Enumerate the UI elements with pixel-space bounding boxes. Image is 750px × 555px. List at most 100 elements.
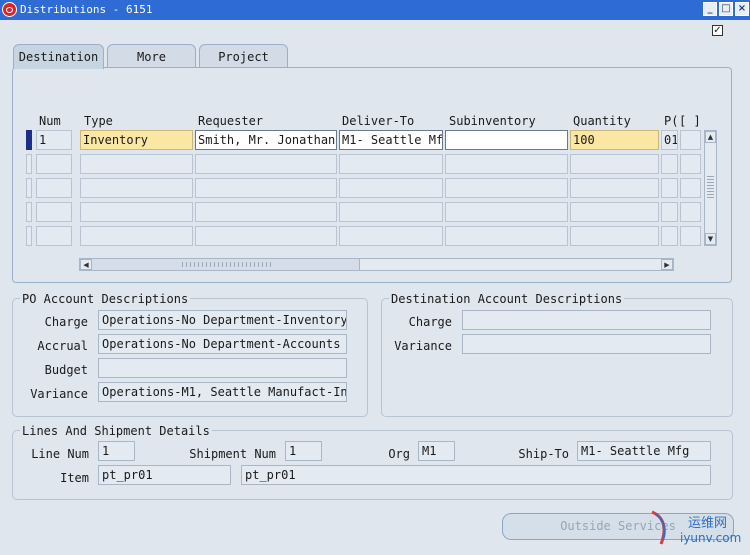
minimize-button[interactable]: _ — [703, 2, 717, 16]
row-indicator[interactable] — [26, 202, 32, 222]
subinventory-cell[interactable] — [445, 226, 568, 246]
lines-shipment-title: Lines And Shipment Details — [20, 424, 212, 438]
subinventory-cell[interactable] — [445, 130, 568, 150]
oracle-app-icon — [2, 2, 17, 17]
destination-account-title: Destination Account Descriptions — [389, 292, 625, 306]
requester-cell[interactable]: Smith, Mr. Jonathan — [195, 130, 337, 150]
deliver-to-cell[interactable] — [339, 154, 443, 174]
shipment-num-label: Shipment Num — [189, 447, 276, 461]
col-header-extra: [ ] — [679, 114, 701, 128]
dest-variance-field[interactable] — [462, 334, 711, 354]
dest-charge-label: Charge — [408, 315, 452, 329]
scroll-thumb[interactable] — [92, 259, 360, 270]
ship-to-field[interactable]: M1- Seattle Mfg — [577, 441, 711, 461]
po-variance-field[interactable]: Operations-M1, Seattle Manufact-Inv — [98, 382, 347, 402]
maximize-button[interactable]: □ — [719, 2, 733, 16]
form-checkbox[interactable]: ✓ — [712, 25, 723, 36]
vertical-scrollbar[interactable]: ▲ ▼ — [704, 130, 717, 246]
extra-cell[interactable] — [680, 226, 701, 246]
item-label: Item — [60, 471, 89, 485]
deliver-to-cell[interactable] — [339, 178, 443, 198]
row-indicator[interactable] — [26, 154, 32, 174]
type-cell[interactable] — [80, 154, 193, 174]
subinventory-cell[interactable] — [445, 154, 568, 174]
shipment-num-field[interactable]: 1 — [285, 441, 322, 461]
extra-cell[interactable] — [680, 130, 701, 150]
subinventory-cell[interactable] — [445, 178, 568, 198]
quantity-cell[interactable]: 100 — [570, 130, 659, 150]
horizontal-scrollbar[interactable]: ◀ ▶ — [79, 258, 674, 271]
requester-cell[interactable] — [195, 154, 337, 174]
col-header-subinventory: Subinventory — [449, 114, 536, 128]
watermark-url: iyunv.com — [680, 531, 742, 545]
col-header-quantity: Quantity — [573, 114, 631, 128]
num-cell[interactable] — [36, 202, 72, 222]
window-title: Distributions - 6151 — [20, 3, 153, 16]
po-account-title: PO Account Descriptions — [20, 292, 191, 306]
scroll-thumb-grip-icon[interactable] — [707, 176, 714, 198]
num-cell[interactable] — [36, 226, 72, 246]
tab-panel — [12, 67, 732, 283]
requester-cell[interactable] — [195, 178, 337, 198]
scroll-thumb-grip-icon[interactable] — [182, 262, 272, 267]
col-header-num: Num — [39, 114, 61, 128]
tab-destination[interactable]: Destination — [13, 44, 104, 69]
org-label: Org — [388, 447, 410, 461]
po-cell[interactable] — [661, 226, 678, 246]
scroll-down-icon[interactable]: ▼ — [705, 233, 716, 245]
tab-more[interactable]: More — [107, 44, 196, 68]
close-button[interactable]: × — [735, 2, 749, 16]
po-cell[interactable]: 01 — [661, 130, 678, 150]
extra-cell[interactable] — [680, 178, 701, 198]
deliver-to-cell[interactable]: M1- Seattle Mfg — [339, 130, 443, 150]
scroll-right-icon[interactable]: ▶ — [661, 259, 673, 270]
po-cell[interactable] — [661, 178, 678, 198]
type-cell[interactable] — [80, 178, 193, 198]
po-charge-field[interactable]: Operations-No Department-Inventory — [98, 310, 347, 330]
extra-cell[interactable] — [680, 202, 701, 222]
row-indicator[interactable] — [26, 226, 32, 246]
accrual-label: Accrual — [37, 339, 88, 353]
po-accrual-field[interactable]: Operations-No Department-Accounts P — [98, 334, 347, 354]
num-cell[interactable]: 1 — [36, 130, 72, 150]
quantity-cell[interactable] — [570, 154, 659, 174]
scroll-up-icon[interactable]: ▲ — [705, 131, 716, 143]
type-cell[interactable]: Inventory — [80, 130, 193, 150]
item-description-field[interactable]: pt_pr01 — [241, 465, 711, 485]
po-cell[interactable] — [661, 154, 678, 174]
quantity-cell[interactable] — [570, 202, 659, 222]
type-cell[interactable] — [80, 202, 193, 222]
col-header-type: Type — [84, 114, 113, 128]
window-titlebar: Distributions - 6151 _ □ × — [0, 0, 750, 20]
deliver-to-cell[interactable] — [339, 202, 443, 222]
num-cell[interactable] — [36, 178, 72, 198]
row-indicator[interactable] — [26, 178, 32, 198]
extra-cell[interactable] — [680, 154, 701, 174]
type-cell[interactable] — [80, 226, 193, 246]
subinventory-cell[interactable] — [445, 202, 568, 222]
scroll-left-icon[interactable]: ◀ — [80, 259, 92, 270]
deliver-to-cell[interactable] — [339, 226, 443, 246]
po-budget-field[interactable] — [98, 358, 347, 378]
watermark-text: 运维网 — [688, 516, 728, 531]
col-header-po: P( — [664, 114, 679, 128]
line-num-field[interactable]: 1 — [98, 441, 135, 461]
po-cell[interactable] — [661, 202, 678, 222]
dest-variance-label: Variance — [394, 339, 452, 353]
requester-cell[interactable] — [195, 202, 337, 222]
budget-label: Budget — [44, 363, 88, 377]
dest-charge-field[interactable] — [462, 310, 711, 330]
quantity-cell[interactable] — [570, 226, 659, 246]
num-cell[interactable] — [36, 154, 72, 174]
variance-label: Variance — [30, 387, 88, 401]
org-field[interactable]: M1 — [418, 441, 455, 461]
tab-project[interactable]: Project — [199, 44, 288, 68]
col-header-deliver-to: Deliver-To — [342, 114, 415, 128]
col-header-requester: Requester — [198, 114, 264, 128]
row-indicator-current[interactable] — [26, 130, 32, 150]
watermark-logo-icon — [648, 508, 674, 548]
quantity-cell[interactable] — [570, 178, 659, 198]
item-field[interactable]: pt_pr01 — [98, 465, 231, 485]
ship-to-label: Ship-To — [518, 447, 569, 461]
requester-cell[interactable] — [195, 226, 337, 246]
